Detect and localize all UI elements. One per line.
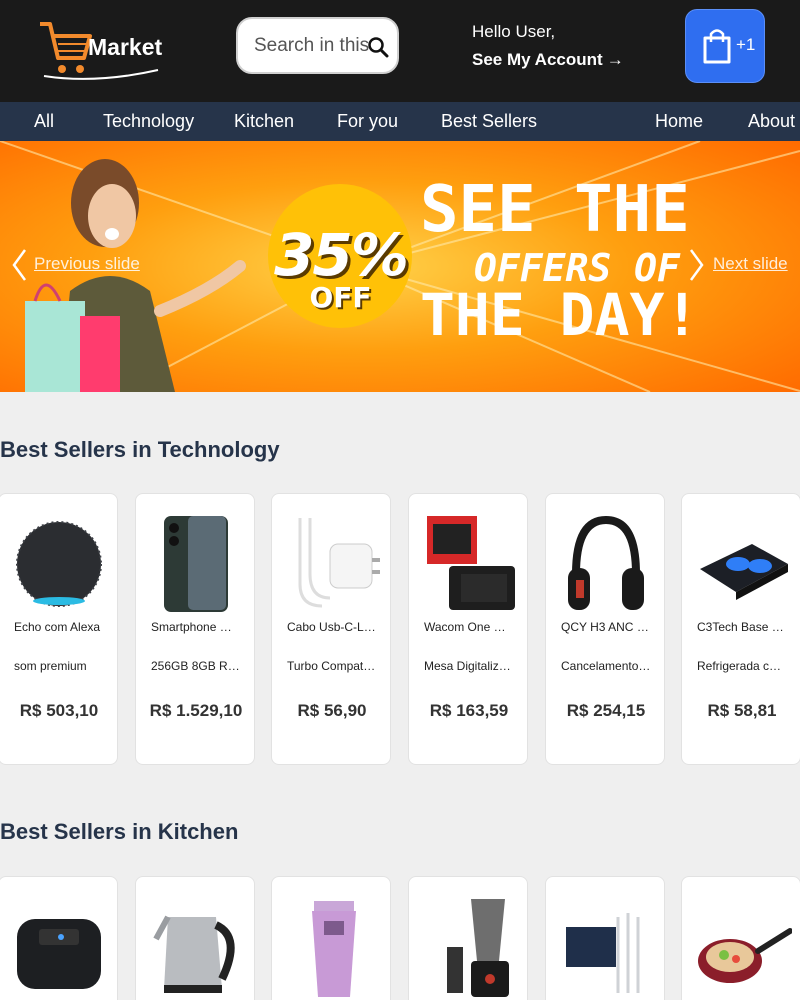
product-description: Cancelamento de ruído [561, 659, 651, 673]
product-card[interactable] [0, 876, 118, 1000]
product-description: Mesa Digitalizadora [424, 659, 514, 673]
nav-item-for-you[interactable]: For you [337, 111, 398, 132]
chevron-right-icon[interactable] [688, 247, 706, 283]
product-card[interactable] [681, 876, 800, 1000]
arrow-right-icon: → [606, 50, 624, 69]
product-name[interactable]: Wacom One Creative [424, 620, 514, 634]
search-icon[interactable] [367, 36, 389, 58]
product-price: R$ 56,90 [297, 701, 367, 720]
smartphone-icon [164, 516, 228, 612]
section-title-kitchen: Best Sellers in Kitchen [0, 819, 239, 844]
cutlery-set-icon [566, 913, 640, 993]
header: Market Hello User, See My Account→ +1 [0, 0, 800, 102]
air-fryer-icon [17, 919, 101, 989]
nav-item-home[interactable]: Home [655, 111, 703, 132]
product-price: R$ 503,10 [19, 701, 99, 720]
account-link-label[interactable]: See My Account [472, 50, 603, 69]
product-price: R$ 254,15 [566, 701, 646, 720]
greeting-text: Hello User, [472, 22, 556, 41]
product-name[interactable]: QCY H3 ANC Headphones [561, 620, 651, 634]
product-name[interactable]: Cabo Usb-C-Lightning [287, 620, 377, 634]
product-card[interactable]: QCY H3 ANC Headphones Cancelamento de ru… [545, 493, 665, 765]
product-description: som premium [14, 659, 87, 673]
discount-off-label: OFF [309, 281, 372, 314]
product-name[interactable]: Smartphone Motorola [151, 620, 241, 634]
product-card[interactable]: Wacom One Creative Mesa Digitalizadora R… [408, 493, 528, 765]
product-card[interactable]: Smartphone Motorola 256GB 8GB RAM R$ 1.5… [135, 493, 255, 765]
search-input[interactable] [254, 33, 372, 59]
discount-percent: 35% [274, 221, 409, 289]
product-description: Turbo Compatível [287, 659, 377, 673]
product-price: R$ 1.529,10 [149, 701, 243, 720]
kettle-icon [153, 915, 235, 993]
cart-count-badge: +1 [736, 35, 756, 54]
product-card[interactable]: Echo com Alexa som premium R$ 503,10 [0, 493, 118, 765]
search-box[interactable] [236, 17, 399, 74]
product-price: R$ 58,81 [707, 701, 777, 720]
laptop-cooler-icon [700, 544, 788, 600]
product-card[interactable]: C3Tech Base Notebook Refrigerada cooler … [681, 493, 800, 765]
logo-text: Market [88, 34, 163, 60]
product-card[interactable] [135, 876, 255, 1000]
section-title-technology: Best Sellers in Technology [0, 437, 280, 462]
product-card[interactable]: Cabo Usb-C-Lightning Turbo Compatível R$… [271, 493, 391, 765]
drawing-tablet-icon [427, 516, 515, 610]
product-description: 256GB 8GB RAM [151, 659, 241, 673]
product-price: R$ 163,59 [429, 701, 509, 720]
nav-item-technology[interactable]: Technology [103, 111, 194, 132]
next-slide-button[interactable]: Next slide [713, 254, 788, 274]
discount-badge: 35% OFF [268, 173, 413, 335]
previous-slide-button[interactable]: Previous slide [34, 254, 140, 274]
product-card[interactable] [408, 876, 528, 1000]
product-name[interactable]: Echo com Alexa [14, 620, 104, 634]
product-name[interactable]: C3Tech Base Notebook [697, 620, 787, 634]
tumbler-icon [312, 901, 356, 997]
headphones-icon [568, 515, 644, 610]
shopping-bag-icon [703, 29, 731, 64]
category-nav: All Technology Kitchen For you Best Sell… [0, 102, 800, 141]
cart-button[interactable]: +1 [685, 9, 765, 83]
blender-icon [447, 899, 509, 997]
logo[interactable]: Market [36, 14, 166, 86]
product-card[interactable] [271, 876, 391, 1000]
nav-item-all[interactable]: All [34, 111, 54, 132]
charger-icon [298, 518, 380, 608]
headline-line-1: SEE THE [420, 173, 690, 247]
nav-item-about[interactable]: About [748, 111, 795, 132]
headline-line-3: THE DAY! [420, 281, 700, 349]
account-link[interactable]: See My Account → [472, 50, 624, 70]
promo-carousel: Previous slide Next slide 35% OFF SEE TH… [0, 141, 800, 392]
frying-pan-icon [698, 928, 792, 983]
nav-item-kitchen[interactable]: Kitchen [234, 111, 294, 132]
chevron-left-icon[interactable] [10, 247, 28, 283]
smart-speaker-icon [16, 521, 102, 607]
product-description: Refrigerada cooler [697, 659, 787, 673]
product-card[interactable] [545, 876, 665, 1000]
nav-item-best-sellers[interactable]: Best Sellers [441, 111, 537, 132]
